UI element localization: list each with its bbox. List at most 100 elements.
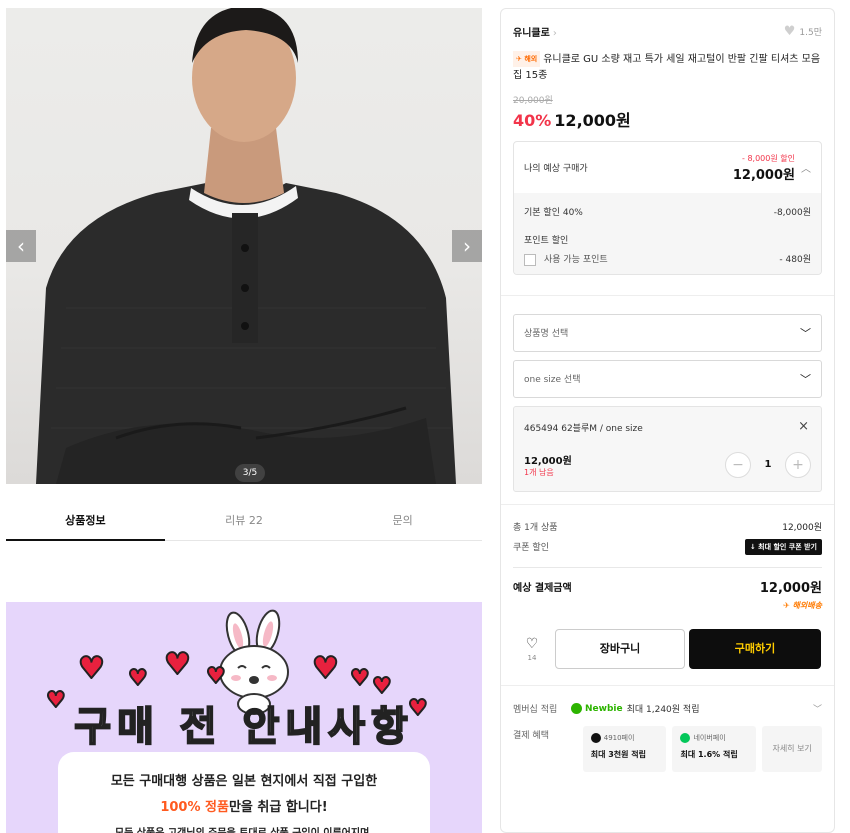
product-name-select[interactable]: 상품명 선택 ﹀	[513, 313, 822, 352]
payment-card-name: 네이버페이	[693, 733, 726, 742]
heart-icon: ♥	[127, 666, 149, 691]
divider	[501, 503, 834, 505]
point-use-checkbox-label[interactable]: 사용 가능 포인트	[524, 252, 608, 266]
divider	[513, 566, 822, 568]
product-image-gallery[interactable]: 3/5	[6, 8, 482, 484]
heart-icon: ♥	[349, 666, 371, 691]
total-items-value: 12,000원	[782, 523, 822, 533]
point-use-text: 사용 가능 포인트	[544, 255, 608, 265]
image-counter: 3/5	[235, 464, 265, 482]
expected-payment-value: 12,000원	[759, 581, 822, 596]
point-use-row: 사용 가능 포인트 - 480원	[524, 252, 811, 266]
estimated-price-values: - 8,000원 할인 12,000원 ︿	[733, 153, 811, 183]
overseas-tag-label: 해외	[524, 55, 538, 63]
pay-logo-icon	[590, 732, 601, 743]
base-discount-value: -8,000원	[773, 207, 811, 218]
estimated-price-toggle[interactable]: 나의 예상 구매가 - 8,000원 할인 12,000원 ︿	[514, 142, 821, 193]
gallery-next-button[interactable]: ›	[452, 230, 482, 262]
membership-benefit: 최대 1,240원 적립	[626, 705, 700, 715]
membership-badge-icon	[571, 703, 582, 714]
membership-label: 멤버십 적립	[513, 705, 558, 715]
original-price: 20,000원	[513, 96, 553, 106]
estimated-price-stack: - 8,000원 할인 12,000원	[733, 153, 795, 183]
chevron-up-icon: ︿	[801, 164, 811, 175]
payment-benefits-label: 결제 혜택	[513, 730, 549, 741]
wishlist-button[interactable]: ♡ 14	[513, 636, 551, 662]
payment-card-benefit: 최대 1.6% 적립	[680, 749, 738, 759]
purchase-notice-banner: ♥ ♥ ♥ ♥ ♥ ♥ ♥ ♥ ♥ 구매 전 안내사항 모든 구매대행 상품은 …	[6, 602, 482, 833]
payment-card-name-row: 4910페이	[590, 732, 659, 743]
tab-product-info[interactable]: 상품정보	[6, 504, 165, 541]
payment-details-button[interactable]: 자세히 보기	[762, 725, 823, 772]
total-items-row: 총 1개 상품 12,000원	[513, 517, 822, 537]
add-to-cart-button[interactable]: 장바구니	[555, 628, 685, 669]
payment-benefits-row: 결제 혜택 4910페이 최대 3천원 적립 네이버페이 최대 1.6% 적립 …	[501, 725, 834, 772]
quantity-value: 1	[764, 459, 772, 470]
chevron-down-icon: ﹀	[800, 326, 811, 340]
estimated-price-label: 나의 예상 구매가	[524, 164, 588, 174]
brand-name: 유니클로	[513, 27, 550, 39]
product-page: 3/5 ‹ › 상품정보 리뷰 22 문의 ♥ ♥ ♥ ♥ ♥ ♥ ♥ ♥ ♥ …	[0, 0, 850, 833]
overseas-shipping-badge: ✈ 해외배송	[783, 600, 822, 610]
membership-row[interactable]: 멤버십 적립 Newbie 최대 1,240원 적립 ﹀	[501, 696, 834, 722]
product-name-select-label: 상품명 선택	[524, 329, 569, 339]
size-select[interactable]: one size 선택 ﹀	[513, 359, 822, 398]
wishlist-count: 14	[527, 653, 537, 662]
gallery-prev-button[interactable]: ‹	[6, 230, 36, 262]
notice-line-2: 100% 정품만을 취급 합니다!	[6, 796, 482, 815]
base-discount-row: 기본 할인 40% -8,000원	[524, 199, 811, 223]
notice-line-1: 모든 구매대행 상품은 일본 현지에서 직접 구입한	[110, 774, 378, 789]
increase-quantity-button[interactable]: +	[785, 451, 811, 478]
detail-tabs: 상품정보 리뷰 22 문의	[6, 504, 482, 541]
quantity-stepper: − 1 +	[725, 451, 811, 478]
heart-icon: ♥	[783, 23, 796, 39]
buy-now-button[interactable]: 구매하기	[689, 628, 821, 669]
product-title: ✈ 해외 유니클로 GU 소량 재고 특가 세일 재고털이 반팔 긴팔 티셔츠 모…	[501, 43, 834, 84]
selected-option-card: 465494 62블루M / one size × 12,000원 1개 남음 …	[513, 405, 822, 492]
brand-likes[interactable]: ♥ 1.5만	[784, 24, 822, 39]
get-coupon-button[interactable]: ↓ 최대 할인 쿠폰 받기	[744, 538, 822, 555]
overseas-tag: ✈ 해외	[513, 51, 541, 67]
likes-count: 1.5만	[799, 27, 822, 38]
divider	[501, 294, 834, 296]
divider	[501, 684, 834, 686]
brand-link[interactable]: 유니클로 ›	[513, 24, 557, 39]
point-use-checkbox[interactable]	[524, 253, 536, 266]
payment-card-naverpay[interactable]: 네이버페이 최대 1.6% 적립	[672, 725, 757, 772]
heart-icon: ♥	[205, 664, 227, 689]
base-discount-label: 기본 할인 40%	[524, 207, 583, 218]
remove-option-button[interactable]: ×	[798, 419, 809, 434]
payment-card-benefit: 최대 3천원 적립	[590, 749, 647, 759]
naverpay-logo-icon	[680, 732, 691, 743]
heart-outline-icon: ♡	[525, 635, 539, 652]
estimated-price-detail: 기본 할인 40% -8,000원 포인트 할인 사용 가능 포인트 - 480원	[514, 193, 821, 274]
size-select-label: one size 선택	[524, 375, 581, 385]
discount-rate: 40%	[513, 111, 552, 130]
chevron-down-icon: ﹀	[812, 705, 822, 715]
selected-option-name: 465494 62블루M / one size	[524, 423, 643, 434]
membership-tier: Newbie	[585, 703, 623, 714]
estimated-price-box: 나의 예상 구매가 - 8,000원 할인 12,000원 ︿ 기본 할인 40…	[513, 141, 822, 275]
tab-reviews[interactable]: 리뷰 22	[165, 504, 324, 540]
heart-icon: ♥	[77, 651, 106, 686]
brand-row: 유니클로 › ♥ 1.5만	[501, 9, 834, 43]
order-summary: 총 1개 상품 12,000원 쿠폰 할인 ↓ 최대 할인 쿠폰 받기 예상 결제금…	[501, 517, 834, 611]
notice-highlight: 100% 정품	[160, 800, 229, 815]
stock-left: 1개 남음	[524, 467, 554, 477]
point-value: - 480원	[779, 255, 811, 266]
sale-price: 12,000원	[554, 111, 631, 130]
purchase-panel: 유니클로 › ♥ 1.5만 ✈ 해외 유니클로 GU 소량 재고 특가 세일 재고털이…	[500, 8, 835, 833]
notice-title: 구매 전 안내사항	[73, 703, 414, 751]
chevron-right-icon: ›	[463, 234, 471, 258]
payment-card-name-row: 네이버페이	[680, 732, 748, 743]
selected-option-price: 12,000원	[524, 455, 572, 467]
coupon-label: 쿠폰 할인	[513, 543, 549, 553]
expected-payment-label: 예상 결제금액	[513, 583, 572, 594]
sale-price-row: 40% 12,000원	[501, 106, 834, 131]
payment-card-4910pay[interactable]: 4910페이 최대 3천원 적립	[582, 725, 667, 772]
decrease-quantity-button[interactable]: −	[725, 451, 751, 478]
notice-card	[58, 752, 430, 833]
payment-card-name: 4910페이	[603, 733, 635, 742]
product-title-text: 유니클로 GU 소량 재고 특가 세일 재고털이 반팔 긴팔 티셔츠 모음집 1…	[513, 54, 821, 81]
tab-inquiry[interactable]: 문의	[323, 504, 482, 540]
